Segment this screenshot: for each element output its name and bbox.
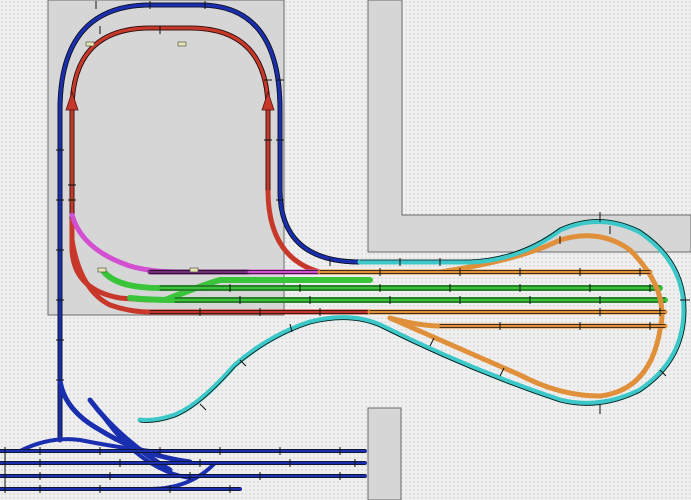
track-plan-canvas[interactable] [0,0,691,500]
track-marker-icon [189,267,199,273]
track-marker-icon [177,41,187,47]
track-marker-icon [85,41,95,47]
track-marker-icon [97,267,107,273]
baseboard-right-l [367,0,691,253]
baseboard-bottom [367,407,402,500]
